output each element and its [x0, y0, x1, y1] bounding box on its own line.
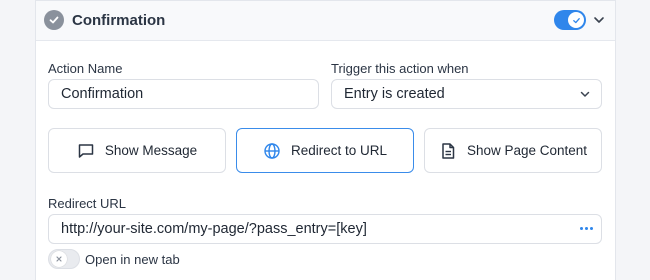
action-title: Confirmation [72, 12, 166, 29]
chevron-down-icon[interactable] [592, 13, 606, 27]
redirect-url-input[interactable]: http://your-site.com/my-page/?pass_entry… [48, 214, 602, 244]
show-page-content-label: Show Page Content [466, 143, 588, 158]
check-circle-icon [44, 10, 64, 30]
toggle-x-icon [51, 251, 67, 267]
action-name-value: Confirmation [61, 86, 144, 102]
open-in-new-tab-label: Open in new tab [85, 252, 180, 267]
globe-icon [264, 142, 280, 159]
message-icon [78, 143, 94, 158]
action-name-label: Action Name [48, 61, 123, 76]
redirect-to-url-button[interactable]: Redirect to URL [236, 128, 414, 173]
document-icon [442, 142, 455, 159]
redirect-url-value: http://your-site.com/my-page/?pass_entry… [61, 221, 367, 237]
show-page-content-button[interactable]: Show Page Content [424, 128, 602, 173]
redirect-url-label: Redirect URL [48, 196, 127, 211]
chevron-down-icon [579, 88, 591, 100]
trigger-label: Trigger this action when [331, 61, 469, 76]
redirect-to-url-label: Redirect to URL [290, 143, 388, 158]
action-header[interactable]: Confirmation [36, 1, 615, 41]
trigger-selected-value: Entry is created [344, 86, 445, 102]
toggle-check-icon [568, 12, 584, 28]
show-message-button[interactable]: Show Message [48, 128, 226, 173]
trigger-select[interactable]: Entry is created [331, 79, 602, 109]
open-in-new-tab-toggle[interactable] [48, 249, 80, 269]
action-enabled-toggle[interactable] [554, 10, 586, 30]
more-options-icon[interactable] [580, 227, 593, 230]
action-name-input[interactable]: Confirmation [48, 79, 319, 109]
show-message-label: Show Message [104, 143, 198, 158]
